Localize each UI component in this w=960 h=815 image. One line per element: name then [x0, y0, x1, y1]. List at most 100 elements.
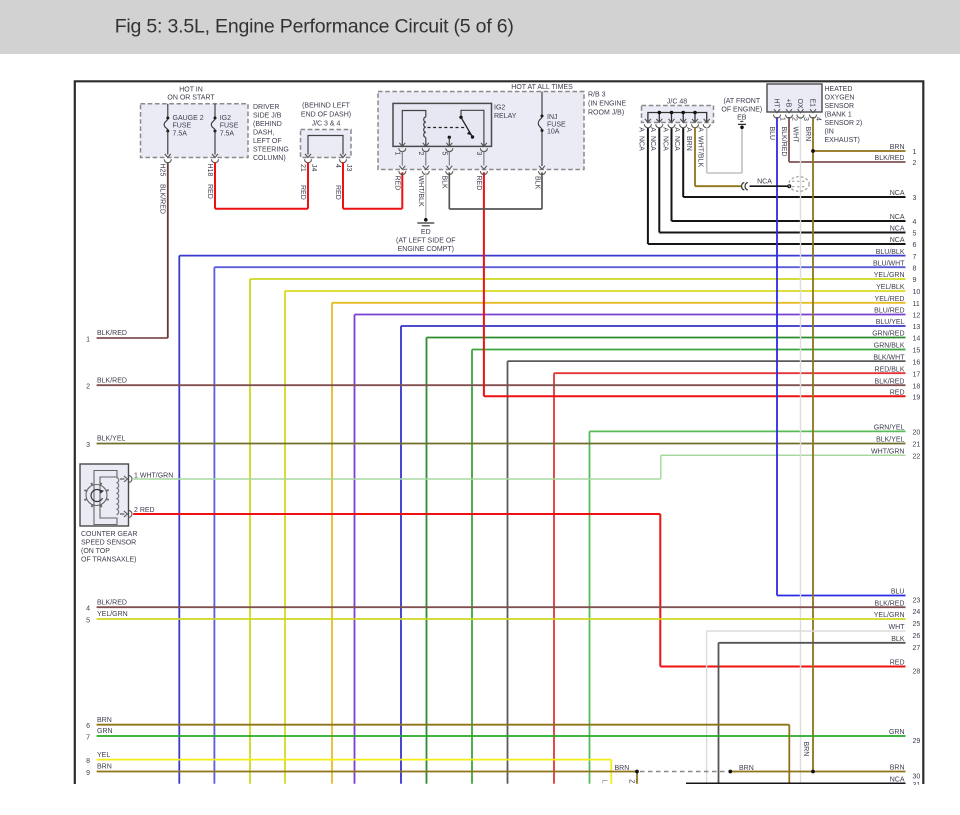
svg-text:(AT LEFT SIDE OF: (AT LEFT SIDE OF: [396, 238, 456, 245]
svg-text:27: 27: [913, 645, 921, 652]
svg-text:NCA: NCA: [890, 190, 905, 197]
svg-text:OF TRANSAXLE): OF TRANSAXLE): [81, 557, 137, 564]
svg-text:GRN: GRN: [889, 729, 905, 736]
svg-text:IG2: IG2: [220, 115, 231, 122]
svg-text:6: 6: [86, 723, 90, 730]
svg-text:BLK/RED: BLK/RED: [780, 127, 787, 157]
svg-text:END OF DASH): END OF DASH): [301, 112, 351, 119]
svg-text:GRN/YEL: GRN/YEL: [874, 425, 905, 432]
svg-text:RED: RED: [890, 660, 905, 667]
svg-text:4: 4: [814, 117, 821, 121]
svg-text:6: 6: [913, 242, 917, 249]
svg-text:BRN: BRN: [739, 765, 754, 772]
svg-text:SPEED SENSOR: SPEED SENSOR: [81, 540, 136, 547]
svg-text:BLK/RED: BLK/RED: [97, 330, 127, 337]
svg-text:HOT IN: HOT IN: [179, 86, 203, 93]
svg-text:BLU/BLK: BLU/BLK: [876, 249, 905, 256]
svg-text:DRIVER: DRIVER: [253, 104, 279, 111]
svg-text:HOT AT ALL TIMES: HOT AT ALL TIMES: [511, 84, 573, 91]
svg-text:21: 21: [913, 442, 921, 449]
svg-text:(ON TOP: (ON TOP: [81, 548, 110, 555]
svg-text:(BEHIND LEFT: (BEHIND LEFT: [302, 103, 351, 110]
svg-text:EXHAUST): EXHAUST): [825, 137, 860, 144]
svg-text:YEL/BLK: YEL/BLK: [876, 284, 905, 291]
svg-text:RED: RED: [890, 390, 905, 397]
svg-text:BRN: BRN: [97, 764, 112, 771]
svg-text:1: 1: [913, 149, 917, 156]
svg-text:29: 29: [913, 738, 921, 745]
svg-text:BLK/YEL: BLK/YEL: [876, 437, 905, 444]
svg-text:SENSOR 2): SENSOR 2): [825, 120, 863, 127]
svg-text:2: 2: [417, 152, 424, 156]
svg-text:WHT: WHT: [792, 127, 799, 144]
svg-text:BLU: BLU: [891, 589, 905, 596]
svg-text:8: 8: [913, 265, 917, 272]
svg-text:FUSE: FUSE: [173, 123, 192, 130]
svg-text:NCA: NCA: [890, 226, 905, 233]
svg-text:STEERING: STEERING: [253, 147, 289, 154]
svg-text:YEL: YEL: [97, 752, 110, 759]
svg-text:ON OR START: ON OR START: [167, 94, 215, 101]
svg-text:BLK/WHT: BLK/WHT: [873, 354, 905, 361]
svg-text:SIDE J/B: SIDE J/B: [253, 113, 282, 120]
svg-text:BLK/RED: BLK/RED: [875, 155, 905, 162]
svg-text:(IN: (IN: [825, 129, 834, 136]
svg-text:NCA: NCA: [649, 136, 656, 151]
svg-text:COLUMN): COLUMN): [253, 155, 286, 162]
svg-text:7.5A: 7.5A: [173, 130, 188, 137]
svg-text:7: 7: [913, 254, 917, 261]
svg-text:21: 21: [299, 164, 306, 172]
svg-text:9: 9: [86, 770, 90, 777]
svg-text:BRN: BRN: [615, 765, 630, 772]
svg-text:BLK/RED: BLK/RED: [159, 184, 166, 214]
svg-text:Fig 5: 3.5L, Engine Performanc: Fig 5: 3.5L, Engine Performance Circuit …: [115, 15, 514, 37]
svg-text:GRN: GRN: [97, 728, 113, 735]
svg-text:BRN: BRN: [890, 765, 905, 772]
svg-text:J3: J3: [345, 164, 352, 172]
svg-text:COUNTER GEAR: COUNTER GEAR: [81, 531, 137, 538]
svg-text:22: 22: [913, 454, 921, 461]
svg-text:1: 1: [86, 336, 90, 343]
svg-text:2: 2: [913, 160, 917, 167]
svg-text:RED: RED: [299, 185, 306, 200]
svg-text:(AT FRONT: (AT FRONT: [723, 98, 760, 105]
svg-text:5: 5: [86, 617, 90, 624]
svg-text:5: 5: [913, 231, 917, 238]
svg-text:YEL/GRN: YEL/GRN: [874, 612, 905, 619]
svg-text:OF ENGINE): OF ENGINE): [721, 107, 762, 114]
svg-text:GAUGE 2: GAUGE 2: [173, 115, 204, 122]
svg-text:A: A: [638, 127, 645, 132]
svg-text:H18: H18: [206, 164, 213, 177]
svg-text:RED: RED: [334, 185, 341, 200]
svg-text:2: 2: [86, 384, 90, 391]
svg-text:EB: EB: [737, 115, 747, 122]
svg-text:HEATED: HEATED: [825, 86, 853, 93]
svg-text:BLK/YEL: BLK/YEL: [97, 436, 126, 443]
svg-text:A: A: [685, 127, 692, 132]
svg-text:DASH,: DASH,: [253, 130, 274, 137]
svg-text:E1: E1: [809, 99, 816, 108]
svg-text:GRN/BLK: GRN/BLK: [874, 343, 905, 350]
svg-text:23: 23: [913, 598, 921, 605]
svg-text:NCA: NCA: [890, 214, 905, 221]
svg-text:LEFT OF: LEFT OF: [253, 138, 282, 145]
svg-text:2 RED: 2 RED: [134, 507, 155, 514]
svg-text:(IN ENGINE: (IN ENGINE: [588, 100, 626, 107]
svg-text:WHT/BLK: WHT/BLK: [697, 136, 704, 167]
svg-text:ENGINE COMPT): ENGINE COMPT): [398, 246, 454, 253]
svg-text:4: 4: [913, 219, 917, 226]
svg-text:7.5A: 7.5A: [220, 130, 235, 137]
svg-text:BRN: BRN: [802, 742, 809, 757]
svg-text:YEL/RED: YEL/RED: [875, 296, 905, 303]
svg-text:A: A: [649, 127, 656, 132]
svg-text:9: 9: [913, 277, 917, 284]
svg-text:BLK: BLK: [534, 176, 541, 190]
svg-text:IG2: IG2: [494, 105, 505, 112]
svg-text:(BANK 1: (BANK 1: [825, 112, 852, 119]
svg-text:NCA: NCA: [890, 777, 905, 784]
svg-text:24: 24: [913, 609, 921, 616]
svg-text:3: 3: [802, 117, 809, 121]
svg-text:1: 1: [393, 152, 400, 156]
svg-text:2: 2: [790, 117, 797, 121]
svg-text:NCA: NCA: [757, 179, 772, 186]
